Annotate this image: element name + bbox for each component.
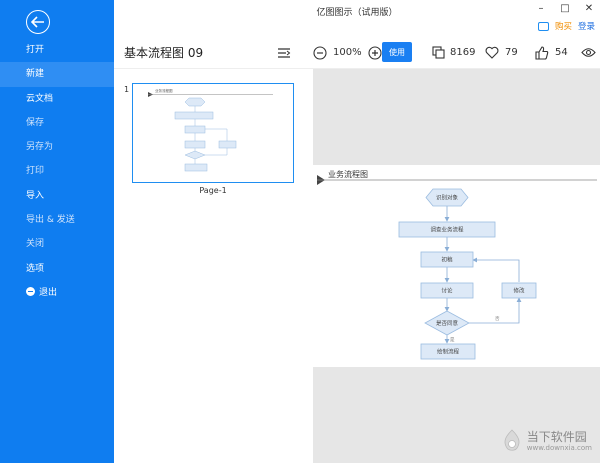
preview-canvas: 业务流程图 识别对象 调查业务流程 初稿 讨论 修改 是否同意 绘制流程 否 是… [313,69,600,463]
page-number: 1 [124,85,130,94]
heart-icon [485,46,499,59]
close-button[interactable]: ✕ [582,2,596,14]
watermark-logo-icon [504,429,520,451]
sidebar-item-save[interactable]: 保存 [0,111,114,135]
flowchart: 业务流程图 识别对象 调查业务流程 初稿 讨论 修改 是否同意 绘制流程 否 是 [317,169,597,360]
node-end-label: 绘制流程 [437,348,460,356]
node-revise-label: 修改 [513,287,525,295]
likes-counter[interactable]: 79 [485,36,518,69]
zoom-level: 100% [333,47,362,58]
buy-link[interactable]: 购买 [555,20,572,32]
thumbs-up-count: 54 [555,47,568,58]
page-thumbnail[interactable]: 业务流程图 [132,83,294,183]
use-template-button[interactable]: 使用 [382,42,412,62]
watermark-url: www.downxia.com [526,443,592,452]
sidebar-item-export-send[interactable]: 导出 & 发送 [0,208,114,232]
options-icon[interactable] [277,36,291,69]
copies-counter: 8169 [432,36,475,69]
window-controls: – □ ✕ [534,2,596,14]
title-bar: 亿图图示（试用版） – □ ✕ 购买 登录 [114,0,600,36]
preview-eye-icon[interactable] [581,36,596,69]
copies-count: 8169 [450,47,476,58]
edge-label-no: 否 [495,316,500,322]
sidebar-item-print[interactable]: 打印 [0,159,114,183]
sidebar-item-new[interactable]: 新建 [0,62,114,87]
zoom-out-icon[interactable] [313,36,327,69]
login-link[interactable]: 登录 [578,20,595,32]
node-draft-label: 初稿 [441,256,453,264]
app-window: 打开 新建 云文档 保存 另存为 打印 导入 导出 & 发送 关闭 选项 退出 … [0,0,600,463]
exit-label: 退出 [39,287,58,298]
node-decision-label: 是否同意 [436,319,459,327]
page-thumbnail-label: Page-1 [199,186,227,195]
sidebar-item-options[interactable]: 选项 [0,257,114,281]
maximize-button[interactable]: □ [558,2,572,14]
feedback-icon[interactable] [537,21,549,31]
node-start-label: 识别对象 [436,194,459,202]
sidebar-item-exit[interactable]: 退出 [0,281,114,305]
file-menu-sidebar: 打开 新建 云文档 保存 另存为 打印 导入 导出 & 发送 关闭 选项 退出 [0,0,114,463]
minimize-button[interactable]: – [534,2,548,14]
diagram-sheet: 业务流程图 识别对象 调查业务流程 初稿 讨论 修改 是否同意 绘制流程 否 是 [313,165,600,367]
back-arrow-icon[interactable] [26,10,50,34]
watermark: 当下软件园 www.downxia.com [501,429,592,453]
thumbs-up-counter[interactable]: 54 [535,36,568,69]
node-discuss-label: 讨论 [441,287,453,295]
thumbnail-diagram: 业务流程图 [148,88,273,172]
template-title: 基本流程图 09 [124,46,204,60]
diagram-title: 业务流程图 [328,169,368,179]
thumbs-up-icon [535,45,549,60]
page-thumbnail-panel: 1 业务流程图 Page-1 [114,69,313,463]
sidebar-menu: 打开 新建 云文档 保存 另存为 打印 导入 导出 & 发送 关闭 选项 退出 [0,38,114,305]
exit-icon [26,286,35,296]
thumb-diagram-title: 业务流程图 [155,88,173,93]
template-toolbar: 基本流程图 09 100% 使用 8169 79 54 [114,36,600,69]
likes-count: 79 [505,47,518,58]
sidebar-item-open[interactable]: 打开 [0,38,114,62]
watermark-name: 当下软件园 [526,429,587,444]
copy-icon [432,46,445,59]
top-links: 购买 登录 [537,20,595,32]
sidebar-item-import[interactable]: 导入 [0,184,114,208]
edge-label-yes: 是 [450,337,455,343]
node-request-label: 调查业务流程 [430,226,464,234]
zoom-in-icon[interactable] [368,36,382,69]
sidebar-item-save-as[interactable]: 另存为 [0,135,114,159]
sidebar-item-cloud-docs[interactable]: 云文档 [0,87,114,111]
sidebar-item-close[interactable]: 关闭 [0,232,114,256]
window-title: 亿图图示（试用版） [316,8,398,18]
